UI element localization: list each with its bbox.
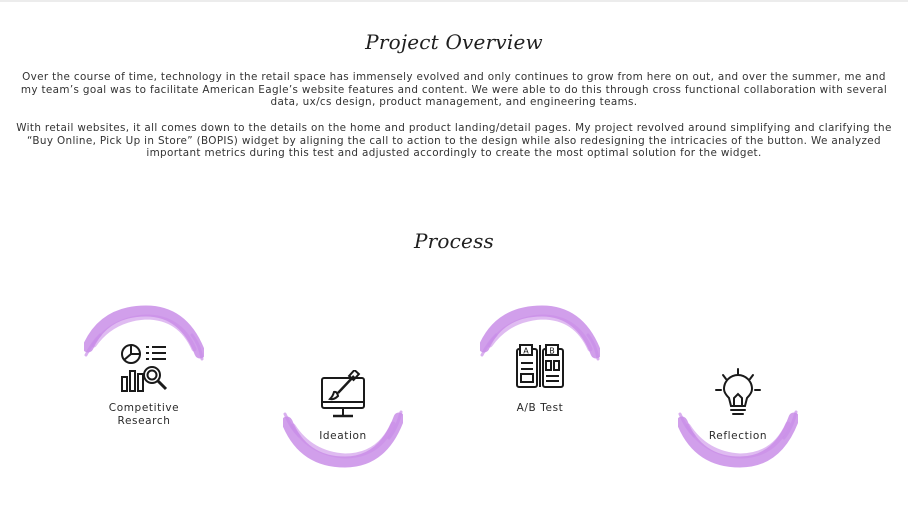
- lightbulb-icon: [715, 368, 761, 415]
- overview-paragraph-1: Over the course of time, technology in t…: [20, 71, 888, 108]
- top-divider: [0, 0, 908, 2]
- overview-paragraph-2: With retail websites, it all comes down …: [16, 122, 892, 159]
- step-label: Competitive Research: [108, 402, 180, 427]
- process-step-competitive-research: Competitive Research: [84, 305, 204, 435]
- step-label: Reflection: [708, 430, 768, 442]
- ab-test-icon: A B: [516, 344, 564, 388]
- svg-text:B: B: [549, 347, 555, 356]
- research-analytics-icon: [121, 344, 168, 392]
- process-step-reflection: Reflection: [678, 368, 798, 473]
- process-step-ideation: Ideation: [283, 368, 403, 473]
- process-title: Process: [413, 229, 495, 253]
- project-overview-title: Project Overview: [365, 30, 543, 54]
- step-label: Ideation: [319, 430, 367, 442]
- svg-text:A: A: [523, 347, 529, 356]
- design-monitor-icon: [321, 370, 365, 418]
- process-step-ab-test: A B A/B Test: [480, 305, 600, 425]
- step-label: A/B Test: [516, 402, 564, 414]
